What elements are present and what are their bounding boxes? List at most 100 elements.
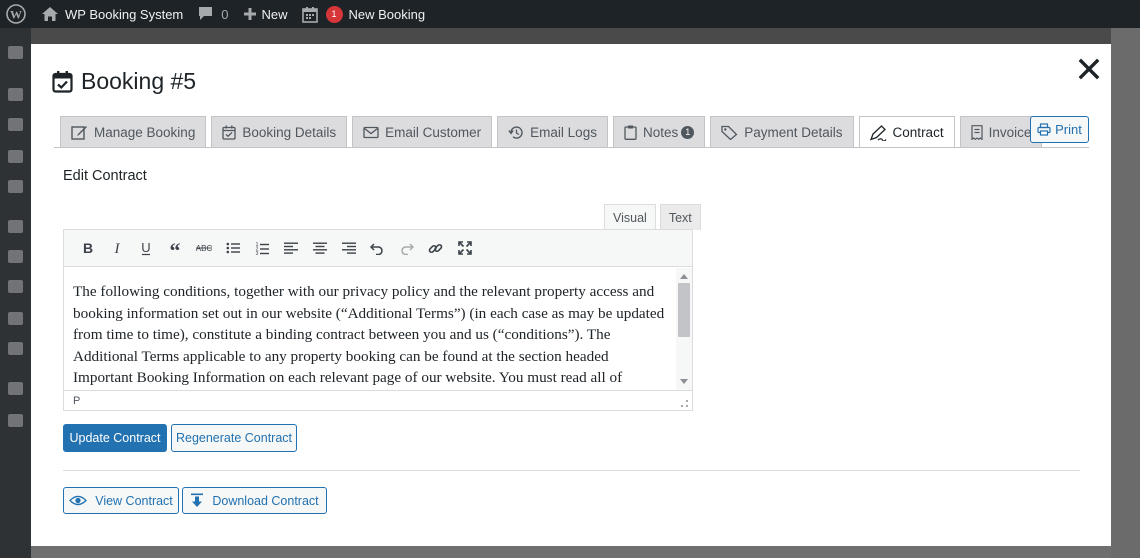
pin-icon	[8, 88, 23, 101]
wordpress-logo-icon[interactable]: W	[0, 0, 34, 28]
tab-email-logs[interactable]: Email Logs	[497, 116, 608, 147]
bullet-list-icon[interactable]	[218, 234, 247, 262]
clipboard-icon	[624, 125, 637, 140]
svg-text:U: U	[141, 241, 150, 255]
tab-label: Notes	[642, 124, 679, 140]
editor-toolbar: B I U “ ABC 123	[64, 230, 692, 267]
appearance-icon	[8, 220, 23, 233]
signature-icon	[869, 124, 887, 141]
calendar-check-icon	[52, 71, 73, 93]
tab-label: Invoice	[988, 124, 1032, 140]
tab-label: Contract	[892, 125, 944, 140]
tab-label: Email Logs	[530, 124, 597, 140]
download-contract-button[interactable]: Download Contract	[182, 487, 327, 514]
button-label: Regenerate Contract	[175, 431, 293, 445]
notes-count-badge: 1	[681, 125, 695, 139]
home-icon	[42, 7, 58, 21]
pages-icon	[8, 150, 23, 163]
modal-title-text: Booking #5	[81, 68, 197, 94]
comments-link[interactable]: 0	[190, 0, 235, 28]
admin-sidebar	[0, 28, 31, 558]
scroll-down-arrow[interactable]	[680, 379, 688, 384]
svg-text:ABC: ABC	[196, 244, 212, 253]
tools-icon	[8, 312, 23, 325]
comments-count: 0	[221, 6, 229, 22]
blockquote-icon[interactable]: “	[160, 234, 189, 262]
scroll-thumb[interactable]	[678, 283, 690, 337]
italic-icon[interactable]: I	[102, 234, 131, 262]
button-label: View Contract	[95, 493, 173, 508]
printer-icon	[1037, 123, 1051, 136]
regenerate-contract-button[interactable]: Regenerate Contract	[171, 424, 297, 452]
booking-modal: Booking #5 Manage Booking Booking Detail…	[31, 44, 1111, 546]
site-name-link[interactable]: WP Booking System	[34, 0, 190, 28]
button-label: Download Contract	[212, 493, 319, 508]
calendar-check-icon	[222, 125, 236, 140]
tab-payment-details[interactable]: Payment Details	[710, 116, 854, 147]
scroll-up-arrow[interactable]	[680, 274, 688, 279]
envelope-icon	[363, 126, 379, 138]
receipt-icon	[970, 124, 983, 140]
fullscreen-icon[interactable]	[450, 234, 479, 262]
plugins-icon	[8, 250, 23, 263]
align-center-icon[interactable]	[305, 234, 334, 262]
editor-scrollbar[interactable]	[676, 268, 692, 390]
admin-bar: W WP Booking System 0 New 1 New Booking	[0, 0, 1140, 28]
tab-label: Booking Details	[242, 124, 337, 140]
plus-icon	[243, 8, 256, 20]
tab-visual[interactable]: Visual	[604, 204, 656, 230]
align-right-icon[interactable]	[334, 234, 363, 262]
eye-icon	[69, 495, 88, 506]
editor-status-bar: P	[64, 390, 692, 410]
view-contract-button[interactable]: View Contract	[63, 487, 179, 514]
users-icon	[8, 280, 23, 293]
new-booking-link[interactable]: 1 New Booking	[295, 0, 433, 28]
settings-icon	[8, 342, 23, 355]
svg-text:I: I	[113, 241, 120, 255]
contract-text-area[interactable]: The following conditions, together with …	[64, 268, 678, 390]
background-page-bottom	[31, 546, 1111, 558]
background-page	[1111, 28, 1140, 558]
section-divider	[63, 470, 1080, 471]
tab-text[interactable]: Text	[659, 204, 701, 230]
underline-icon[interactable]: U	[131, 234, 160, 262]
new-label: New	[261, 6, 288, 22]
link-icon[interactable]	[421, 234, 450, 262]
element-path[interactable]: P	[73, 395, 80, 407]
tab-booking-details[interactable]: Booking Details	[211, 116, 348, 147]
svg-text:“: “	[169, 241, 180, 255]
svg-text:3: 3	[255, 251, 258, 255]
download-icon	[191, 493, 204, 507]
redo-icon[interactable]	[392, 234, 421, 262]
tab-manage-booking[interactable]: Manage Booking	[60, 116, 207, 147]
tab-label: Email Customer	[385, 124, 482, 140]
modal-tabs: Manage Booking Booking Details Email Cus…	[60, 116, 1047, 148]
history-icon	[508, 125, 523, 139]
align-left-icon[interactable]	[276, 234, 305, 262]
tabs-divider	[54, 147, 1089, 148]
comments-icon	[8, 180, 23, 193]
tab-label: Manage Booking	[94, 124, 196, 140]
modal-title: Booking #5	[52, 68, 196, 95]
tab-contract[interactable]: Contract	[858, 116, 955, 148]
dashboard-icon	[8, 46, 23, 59]
media-icon	[8, 118, 23, 131]
edit-icon	[71, 126, 87, 140]
close-icon[interactable]	[1078, 58, 1100, 80]
comment-icon	[199, 7, 213, 20]
calendar-icon	[301, 6, 318, 23]
tab-email-customer[interactable]: Email Customer	[352, 116, 493, 147]
update-contract-button[interactable]: Update Contract	[63, 424, 167, 452]
tab-notes[interactable]: Notes 1	[612, 116, 706, 147]
numbered-list-icon[interactable]: 123	[247, 234, 276, 262]
strikethrough-icon[interactable]: ABC	[189, 234, 218, 262]
resize-handle[interactable]	[681, 400, 688, 407]
tab-label: Payment Details	[744, 124, 843, 140]
svg-text:W: W	[10, 8, 22, 22]
tag-icon	[721, 125, 738, 140]
undo-icon[interactable]	[363, 234, 392, 262]
bold-icon[interactable]: B	[73, 234, 102, 262]
new-content-link[interactable]: New	[236, 0, 295, 28]
print-button[interactable]: Print	[1030, 116, 1089, 143]
booking-menu-icon	[8, 382, 23, 395]
